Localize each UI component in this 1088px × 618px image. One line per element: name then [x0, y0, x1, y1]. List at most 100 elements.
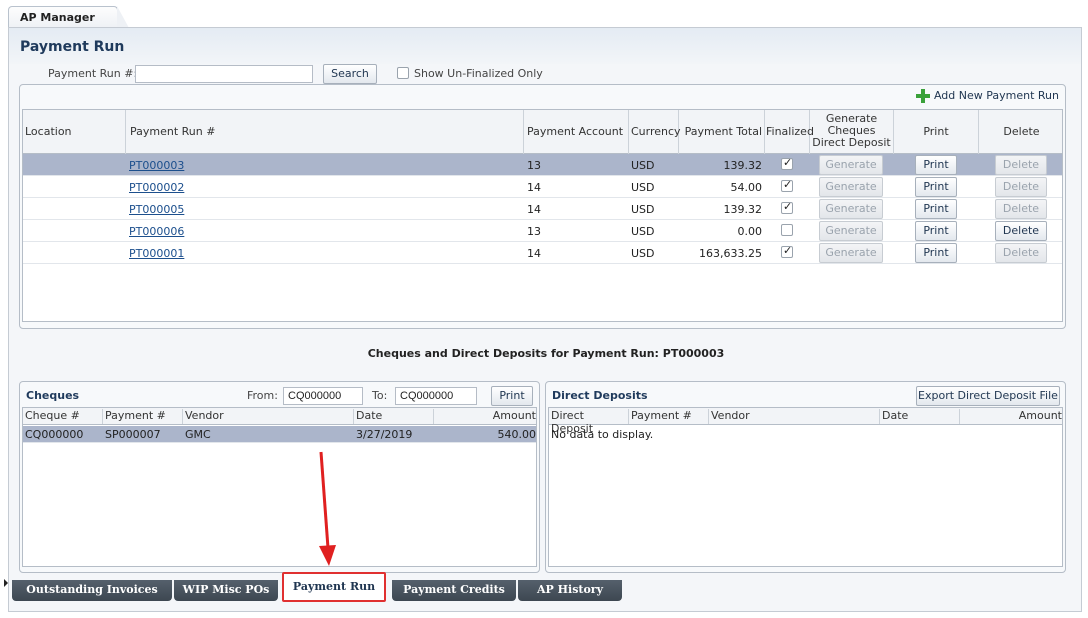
cheques-table: Cheque # Payment # Vendor Date Amount CQ… — [22, 407, 537, 567]
plus-icon — [915, 89, 930, 103]
payment-account: 13 — [527, 159, 541, 172]
payment-account: 14 — [527, 247, 541, 260]
finalized-checkbox[interactable] — [781, 156, 793, 170]
payment-total: 163,633.25 — [699, 247, 762, 260]
col-payment[interactable]: Payment # — [629, 409, 709, 424]
payment-total: 54.00 — [730, 181, 763, 194]
table-row[interactable]: PT000003 13 USD 139.32 Generate Print De… — [23, 154, 1062, 176]
col-vendor[interactable]: Vendor — [183, 409, 354, 424]
cheques-print-button[interactable]: Print — [491, 386, 533, 406]
generate-button[interactable]: Generate — [819, 243, 883, 263]
table-row[interactable]: PT000005 14 USD 139.32 Generate Print De… — [23, 198, 1062, 220]
amount: 540.00 — [497, 428, 537, 441]
table-row[interactable]: PT000001 14 USD 163,633.25 Generate Prin… — [23, 242, 1062, 264]
print-button[interactable]: Print — [915, 221, 957, 241]
add-new-payment-run-label: Add New Payment Run — [933, 89, 1059, 102]
table-row[interactable]: PT000006 13 USD 0.00 Generate Print Dele… — [23, 220, 1062, 242]
col-currency[interactable]: Currency — [629, 110, 681, 154]
cheque-to-input[interactable] — [395, 387, 477, 405]
payment-run-number[interactable]: PT000003 — [129, 159, 184, 172]
tab-payment-credits[interactable]: Payment Credits — [392, 580, 516, 601]
col-amount[interactable]: Amount — [960, 409, 1064, 424]
vendor: GMC — [185, 428, 211, 441]
tab-ap-history[interactable]: AP History — [518, 580, 622, 601]
payment-run-number[interactable]: PT000002 — [129, 181, 184, 194]
add-new-payment-run-link[interactable]: Add New Payment Run — [915, 89, 1059, 105]
col-vendor[interactable]: Vendor — [709, 409, 880, 424]
currency: USD — [631, 247, 655, 260]
payment-account: 14 — [527, 181, 541, 194]
payment-run-link[interactable]: PT000002 — [129, 181, 184, 194]
details-title: Cheques and Direct Deposits for Payment … — [367, 347, 725, 360]
search-button[interactable]: Search — [323, 64, 377, 84]
tab-payment-run[interactable]: Payment Run — [282, 572, 386, 602]
tab-scroll-icon[interactable] — [4, 577, 8, 587]
col-payment-account[interactable]: Payment Account — [524, 110, 629, 154]
payment-run-link[interactable]: PT000006 — [129, 225, 184, 238]
delete-button[interactable]: Delete — [995, 221, 1047, 241]
annotation-arrow-icon — [319, 451, 336, 566]
print-button[interactable]: Print — [915, 199, 957, 219]
currency: USD — [631, 181, 655, 194]
col-payment-run[interactable]: Payment Run # — [126, 110, 524, 154]
tab-ap-manager[interactable]: AP Manager — [8, 6, 129, 28]
export-direct-deposit-button[interactable]: Export Direct Deposit File — [916, 386, 1060, 406]
col-cheque[interactable]: Cheque # — [23, 409, 103, 424]
show-unfinalized-label: Show Un-Finalized Only — [414, 67, 543, 80]
col-direct-deposit[interactable]: Direct Deposit — [549, 409, 629, 435]
payment-run-number[interactable]: PT000006 — [129, 225, 184, 238]
generate-button[interactable]: Generate — [819, 199, 883, 219]
finalized-checkbox[interactable] — [781, 224, 793, 236]
table-row[interactable]: CQ000000 SP000007 GMC 3/27/2019 540.00 — [23, 426, 536, 443]
payment-run-search-input[interactable] — [135, 65, 313, 83]
col-location[interactable]: Location — [23, 110, 126, 154]
col-date[interactable]: Date — [354, 409, 434, 424]
delete-button[interactable]: Delete — [995, 199, 1047, 219]
table-row[interactable]: PT000002 14 USD 54.00 Generate Print Del… — [23, 176, 1062, 198]
delete-button[interactable]: Delete — [995, 177, 1047, 197]
payment-run-link[interactable]: PT000003 — [129, 159, 184, 172]
table-header: Cheque # Payment # Vendor Date Amount — [23, 408, 536, 425]
col-date[interactable]: Date — [880, 409, 960, 424]
payment-account: 14 — [527, 203, 541, 216]
col-payment-total[interactable]: Payment Total — [679, 110, 765, 154]
tab-wip-misc-pos[interactable]: WIP Misc POs — [174, 580, 278, 601]
finalized-checkbox[interactable] — [781, 178, 793, 192]
direct-deposits-box: Direct Deposits Export Direct Deposit Fi… — [545, 381, 1066, 573]
col-amount[interactable]: Amount — [434, 409, 538, 424]
print-button[interactable]: Print — [915, 177, 957, 197]
page-title: Payment Run — [20, 39, 125, 55]
table-header: Direct Deposit Payment # Vendor Date Amo… — [549, 408, 1064, 435]
payment-run-link[interactable]: PT000001 — [129, 247, 184, 260]
generate-button[interactable]: Generate — [819, 155, 883, 175]
generate-button[interactable]: Generate — [819, 221, 883, 241]
payment-run-number[interactable]: PT000005 — [129, 203, 184, 216]
payment-run-panel: Payment Run Payment Run #: Search Show U… — [8, 27, 1082, 612]
show-unfinalized-checkbox[interactable] — [397, 67, 409, 79]
col-generate[interactable]: Generate Cheques Direct Deposit — [810, 110, 894, 154]
col-payment[interactable]: Payment # — [103, 409, 183, 424]
print-button[interactable]: Print — [915, 155, 957, 175]
delete-button[interactable]: Delete — [995, 155, 1047, 175]
cheque-number: CQ000000 — [25, 428, 84, 441]
finalized-checkbox[interactable] — [781, 200, 793, 214]
generate-button[interactable]: Generate — [819, 177, 883, 197]
payment-number: SP000007 — [105, 428, 161, 441]
currency: USD — [631, 203, 655, 216]
print-button[interactable]: Print — [915, 243, 957, 263]
cheque-from-input[interactable] — [283, 387, 363, 405]
delete-button[interactable]: Delete — [995, 243, 1047, 263]
payment-run-number[interactable]: PT000001 — [129, 247, 184, 260]
col-delete[interactable]: Delete — [979, 110, 1064, 154]
payment-run-link[interactable]: PT000005 — [129, 203, 184, 216]
panel-header — [9, 28, 1081, 64]
finalized-checkbox[interactable] — [781, 244, 793, 258]
col-print[interactable]: Print — [894, 110, 979, 154]
payment-runs-box: Add New Payment Run Location Payment Run… — [19, 84, 1066, 329]
tab-outstanding-invoices[interactable]: Outstanding Invoices — [12, 580, 172, 601]
date: 3/27/2019 — [356, 428, 413, 441]
payment-total: 0.00 — [737, 225, 763, 238]
cheques-box: Cheques From: To: Print Cheque # Payment… — [19, 381, 540, 573]
currency: USD — [631, 225, 655, 238]
col-finalized[interactable]: Finalized — [765, 110, 814, 154]
